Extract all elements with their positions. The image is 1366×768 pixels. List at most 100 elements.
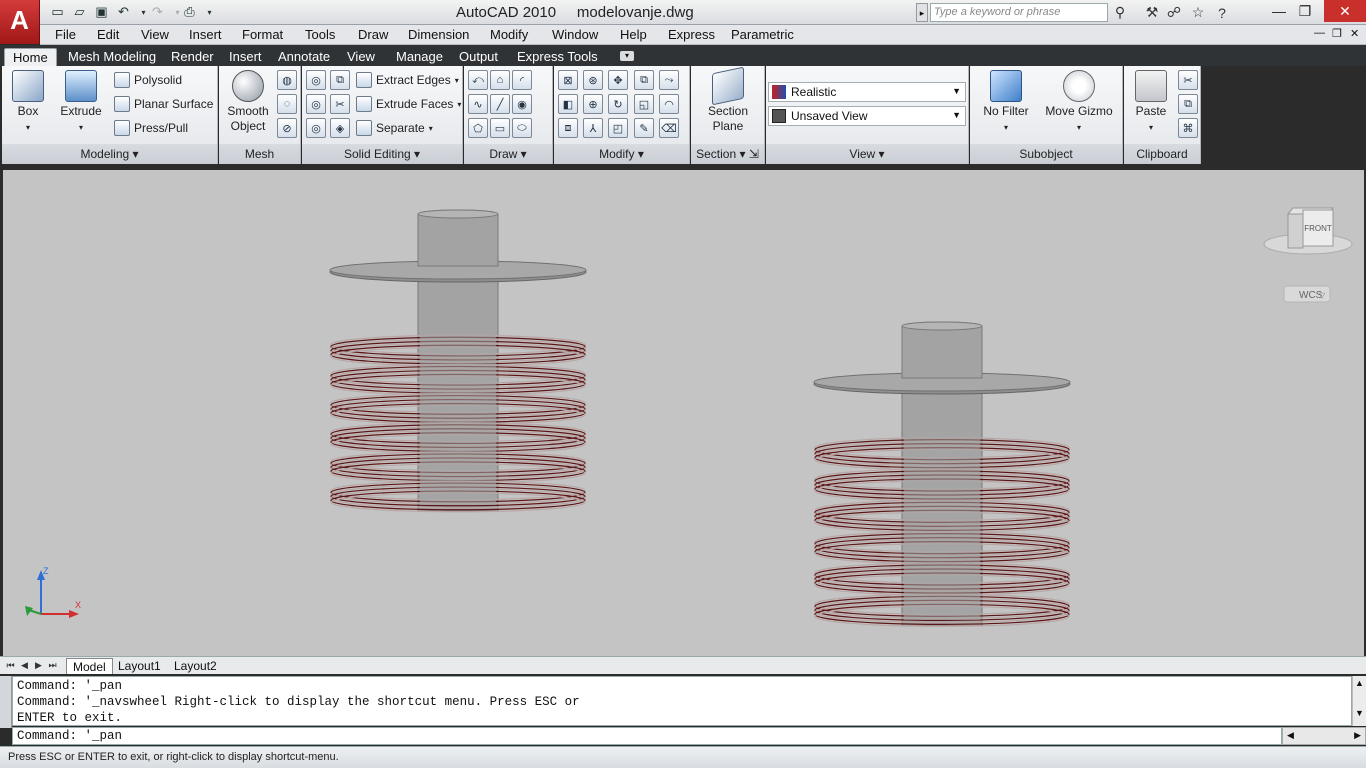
doc-close-icon[interactable]: ✕ — [1350, 27, 1359, 40]
helix-solid-left[interactable] — [329, 209, 587, 513]
menu-parametric[interactable]: Parametric — [731, 27, 794, 42]
arc-icon[interactable]: ◜ — [512, 70, 532, 90]
ribbon-minimize-icon[interactable]: ▾ — [620, 51, 634, 61]
plot-icon[interactable]: ⎙ — [180, 3, 199, 21]
cut-icon[interactable]: ✂ — [1178, 70, 1198, 90]
move-gizmo-button[interactable]: Move Gizmo ▾ — [1042, 70, 1116, 135]
search-expand-icon[interactable]: ▸ — [916, 3, 928, 22]
application-menu-button[interactable]: A — [0, 0, 40, 44]
panel-title-section[interactable]: Section ▾ ⇲ — [691, 144, 764, 164]
menu-tools[interactable]: Tools — [305, 27, 335, 42]
save-icon[interactable]: ▣ — [92, 3, 111, 21]
tab-layout1[interactable]: Layout1 — [112, 658, 167, 674]
panel-title-modify[interactable]: Modify ▾ — [554, 144, 689, 164]
rectangle-icon[interactable]: ▭ — [490, 118, 510, 138]
doc-restore-icon[interactable]: ❐ — [1332, 27, 1342, 40]
saved-view-select[interactable]: Unsaved View ▼ — [768, 106, 966, 126]
fillet-icon[interactable]: ◠ — [659, 94, 679, 114]
binoculars-icon[interactable]: ⚲ — [1110, 3, 1130, 22]
menu-edit[interactable]: Edit — [97, 27, 119, 42]
panel-title-mesh[interactable]: Mesh — [219, 144, 300, 164]
press-pull-button[interactable]: Press/Pull — [114, 120, 188, 136]
interfere-icon[interactable]: ⧉ — [330, 70, 350, 90]
subtract-icon[interactable]: ◎ — [306, 94, 326, 114]
paste-button[interactable]: Paste ▾ — [1130, 70, 1172, 135]
tab-express-tools[interactable]: Express Tools — [509, 48, 606, 67]
helix-solid-right[interactable] — [813, 321, 1071, 627]
close-icon[interactable]: ✕ — [1324, 0, 1366, 22]
offset-icon[interactable]: ⤳ — [659, 70, 679, 90]
quick-access-dropdown-icon[interactable]: ▾ — [200, 3, 219, 21]
3d-array-icon[interactable]: ⊕ — [583, 94, 603, 114]
panel-title-clipboard[interactable]: Clipboard — [1124, 144, 1200, 164]
menu-insert[interactable]: Insert — [189, 27, 222, 42]
doc-minimize-icon[interactable]: — — [1314, 27, 1325, 39]
copy-link-icon[interactable]: ⌘ — [1178, 118, 1198, 138]
line-icon[interactable]: ⤺ — [468, 70, 488, 90]
thicken-icon[interactable]: ◈ — [330, 118, 350, 138]
3d-polyline-icon[interactable]: ⧈ — [558, 118, 578, 138]
menu-help[interactable]: Help — [620, 27, 647, 42]
panel-title-view[interactable]: View ▾ — [766, 144, 968, 164]
tab-layout2[interactable]: Layout2 — [168, 658, 223, 674]
scroll-up-icon[interactable]: ▲ — [1353, 678, 1366, 688]
menu-express[interactable]: Express — [668, 27, 715, 42]
drawing-viewport[interactable]: FRONT WCS ▽ Z X — [3, 170, 1364, 656]
tab-render[interactable]: Render — [163, 48, 222, 67]
planar-surface-button[interactable]: Planar Surface — [114, 96, 213, 112]
menu-dimension[interactable]: Dimension — [408, 27, 469, 42]
erase-icon[interactable]: ⌫ — [659, 118, 679, 138]
scroll-down-icon[interactable]: ▼ — [1353, 708, 1366, 718]
polygon-icon[interactable]: ⬠ — [468, 118, 488, 138]
polysolid-button[interactable]: Polysolid — [114, 72, 182, 88]
mesh-smooth-less-icon[interactable]: ◌ — [277, 94, 297, 114]
panel-title-modeling[interactable]: Modeling ▾ — [2, 144, 217, 164]
circle-icon[interactable]: ◉ — [512, 94, 532, 114]
menu-window[interactable]: Window — [552, 27, 598, 42]
undo-icon[interactable]: ↶ — [114, 3, 133, 21]
new-icon[interactable]: ▭ — [48, 3, 67, 21]
box-button[interactable]: Box ▾ — [8, 70, 48, 135]
maximize-icon[interactable]: ❐ — [1290, 0, 1320, 22]
panel-title-draw[interactable]: Draw ▾ — [464, 144, 552, 164]
favorites-icon[interactable]: ☆ — [1188, 3, 1208, 22]
3d-rotate-icon[interactable]: ⊛ — [583, 70, 603, 90]
gizmo-icon[interactable]: ⅄ — [583, 118, 603, 138]
tab-mesh-modeling[interactable]: Mesh Modeling — [60, 48, 164, 67]
separate-button[interactable]: Separate ▾ — [356, 120, 433, 136]
extrude-button[interactable]: Extrude ▾ — [56, 70, 106, 135]
spline-icon[interactable]: ∿ — [468, 94, 488, 114]
menu-draw[interactable]: Draw — [358, 27, 388, 42]
search-input[interactable]: Type a keyword or phrase — [930, 3, 1108, 22]
copy-icon[interactable]: ⧉ — [1178, 94, 1198, 114]
no-filter-button[interactable]: No Filter ▾ — [978, 70, 1034, 135]
slice-icon[interactable]: ✂ — [330, 94, 350, 114]
mesh-refine-icon[interactable]: ⊘ — [277, 118, 297, 138]
visual-style-select[interactable]: Realistic ▼ — [768, 82, 966, 102]
mesh-smooth-more-icon[interactable]: ◍ — [277, 70, 297, 90]
3d-mirror-icon[interactable]: ◧ — [558, 94, 578, 114]
tab-manage[interactable]: Manage — [388, 48, 451, 67]
tab-annotate[interactable]: Annotate — [270, 48, 338, 67]
subscription-center-icon[interactable]: ⚒ — [1142, 3, 1162, 22]
command-line-input[interactable]: Command: '_pan — [12, 727, 1282, 745]
command-hscrollbar[interactable]: ◀ ▶ — [1282, 727, 1366, 745]
command-scrollbar[interactable]: ▲ ▼ — [1352, 676, 1366, 726]
extract-edges-button[interactable]: Extract Edges ▾ — [356, 72, 459, 88]
scroll-right-icon[interactable]: ▶ — [1354, 730, 1361, 741]
prev-layout-icon[interactable]: ◀ — [18, 658, 31, 672]
redo-icon[interactable]: ↷ — [148, 3, 167, 21]
intersect-icon[interactable]: ◎ — [306, 118, 326, 138]
polyline-icon[interactable]: ⌂ — [490, 70, 510, 90]
stretch-icon[interactable]: ◱ — [634, 94, 654, 114]
match-properties-icon[interactable]: ✎ — [634, 118, 654, 138]
panel-title-solid-editing[interactable]: Solid Editing ▾ — [302, 144, 462, 164]
tab-output[interactable]: Output — [451, 48, 506, 67]
open-icon[interactable]: ▱ — [70, 3, 89, 21]
scale-icon[interactable]: ◰ — [608, 118, 628, 138]
menu-format[interactable]: Format — [242, 27, 283, 42]
wcs-menu[interactable]: WCS ▽ — [1283, 285, 1331, 303]
extrude-faces-button[interactable]: Extrude Faces ▾ — [356, 96, 461, 112]
3d-align-icon[interactable]: ⊠ — [558, 70, 578, 90]
help-icon[interactable]: ? — [1212, 3, 1232, 22]
